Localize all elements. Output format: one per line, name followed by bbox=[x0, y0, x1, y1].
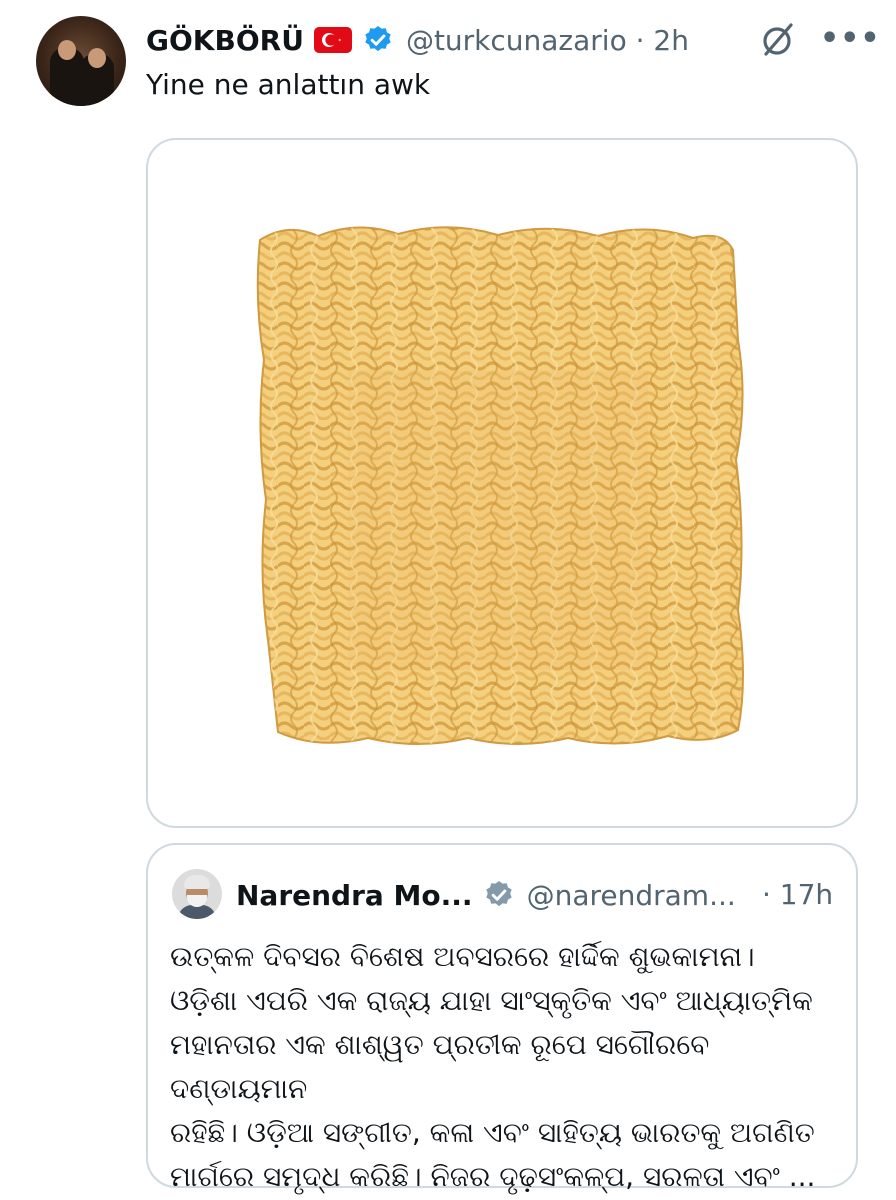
quoted-text-line: ଓଡ଼ିଶା ଏପରି ଏକ ରାଜ୍ୟ ଯାହା ସାଂସ୍କୃତିକ ଏବଂ… bbox=[170, 984, 813, 1017]
author-name[interactable]: GÖKBÖRÜ bbox=[146, 24, 304, 57]
quoted-text-line: ମାର୍ଗରେ ସମୃଦ୍ଧ କରିଛି। ନିଜର ଦୃଢ଼ସଂକଳ୍ପ, ସ… bbox=[170, 1160, 816, 1193]
quoted-author-name[interactable]: Narendra Mo... bbox=[236, 879, 473, 912]
tweet-text: Yine ne anlattın awk bbox=[146, 68, 431, 101]
quoted-text-line: ମହାନତାର ଏକ ଶାଶ୍ୱତ ପ୍ରତୀକ ରୂପେ ସଗୌରବେ ଦଣ୍… bbox=[170, 1028, 710, 1105]
avatar-hair bbox=[184, 875, 210, 889]
quoted-author-handle[interactable]: @narendram... bbox=[527, 879, 736, 912]
noodle-image bbox=[256, 226, 744, 745]
tweet-time[interactable]: 2h bbox=[653, 24, 689, 57]
turkey-flag-icon bbox=[313, 27, 352, 53]
verified-badge-icon bbox=[365, 26, 391, 52]
author-handle[interactable]: @turkcunazario · 2h bbox=[406, 24, 689, 57]
avatar-head bbox=[58, 40, 76, 60]
quoted-tweet[interactable]: Narendra Mo... @narendram... · 17h ଉତ୍କଳ… bbox=[146, 843, 858, 1193]
quoted-text-line: ରହିଛି। ଓଡ଼ିଆ ସଙ୍ଗୀତ, କଳା ଏବଂ ସାହିତ୍ୟ ଭାର… bbox=[170, 1116, 815, 1149]
grok-icon[interactable] bbox=[758, 20, 798, 60]
quoted-author-avatar[interactable] bbox=[172, 869, 222, 919]
avatar-head bbox=[88, 48, 106, 68]
verified-badge-gray-icon bbox=[485, 881, 512, 907]
quoted-tweet-time[interactable]: · 17h bbox=[762, 873, 833, 917]
tweet-media[interactable] bbox=[146, 138, 858, 828]
tweet-header: GÖKBÖRÜ @turkcunazario · 2h bbox=[146, 20, 689, 60]
author-avatar[interactable] bbox=[36, 16, 126, 106]
more-options-icon[interactable]: ••• bbox=[820, 22, 881, 56]
avatar-body bbox=[178, 905, 216, 919]
quoted-text-line: ଉତ୍କଳ ଦିବସର ବିଶେଷ ଅବସରରେ ହାର୍ଦ୍ଦିକ ଶୁଭକା… bbox=[170, 940, 755, 973]
quoted-tweet-text: ଉତ୍କଳ ଦିବସର ବିଶେଷ ଅବସରରେ ହାର୍ଦ୍ଦିକ ଶୁଭକା… bbox=[170, 935, 838, 1199]
quoted-tweet-header: Narendra Mo... @narendram... bbox=[236, 873, 736, 917]
